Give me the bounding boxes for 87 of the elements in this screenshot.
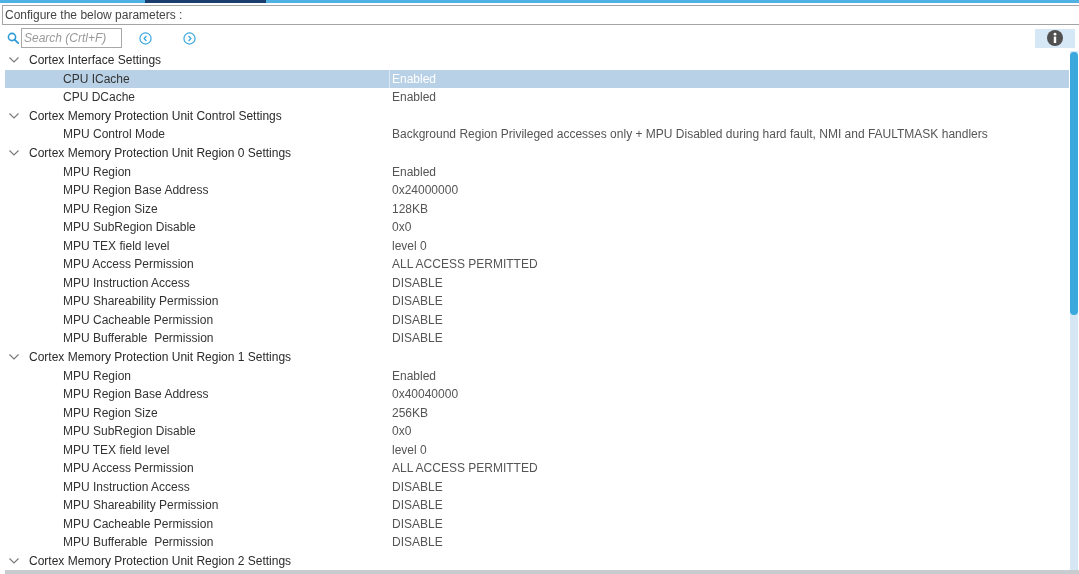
parameter-name: CPU DCache [62, 90, 137, 105]
tree-row[interactable]: MPU Access Permission ALL ACCESS PERMITTED [5, 459, 1069, 478]
parameter-name: MPU Access Permission [62, 461, 195, 476]
info-icon [1047, 30, 1063, 46]
tree-row[interactable]: MPU Region Base Address 0x24000000 [5, 180, 1069, 200]
parameter-name: MPU Region Size [62, 405, 159, 420]
parameter-value: 128KB [391, 200, 429, 218]
parameter-name: MPU TEX field level [62, 442, 171, 457]
parameter-name: MPU Region Base Address [62, 183, 210, 198]
tree-row[interactable]: MPU SubRegion Disable 0x0 [5, 421, 1069, 441]
parameter-name: MPU Shareability Permission [62, 498, 220, 513]
parameter-value: DISABLE [391, 534, 443, 552]
parameter-name: MPU SubRegion Disable [62, 220, 197, 235]
chevron-icon[interactable] [9, 352, 19, 362]
tree-row[interactable]: MPU TEX field level level 0 [5, 440, 1069, 460]
parameter-value: Enabled [389, 69, 437, 89]
tree-row[interactable]: MPU Access Permission ALL ACCESS PERMITTED [5, 255, 1069, 274]
parameter-value: ALL ACCESS PERMITTED [391, 256, 538, 274]
parameter-name: MPU Shareability Permission [62, 294, 220, 309]
parameter-value: 0x40040000 [391, 386, 459, 404]
group-label: Cortex Memory Protection Unit Region 2 Settings [29, 554, 292, 569]
parameter-value: DISABLE [391, 311, 443, 329]
tree-row[interactable]: MPU Cacheable Permission DISABLE [5, 310, 1069, 330]
tree-row[interactable]: MPU Region Enabled [5, 366, 1069, 385]
tree-row[interactable]: MPU Shareability Permission DISABLE [5, 496, 1069, 515]
instructions-bar: Configure the below parameters : [2, 5, 1079, 25]
parameter-name: MPU Region [62, 164, 133, 179]
parameter-value: 0x0 [391, 423, 412, 441]
tree-row[interactable]: CPU DCache Enabled [5, 88, 1069, 107]
horizontal-scrollbar[interactable] [5, 570, 1079, 574]
parameter-value: level 0 [391, 237, 427, 255]
parameter-value: Enabled [391, 89, 437, 107]
info-button[interactable] [1035, 28, 1075, 48]
tree-row[interactable]: MPU TEX field level level 0 [5, 236, 1069, 255]
parameter-value: 0x0 [391, 219, 412, 237]
parameter-value: ALL ACCESS PERMITTED [391, 460, 538, 478]
group-label: Cortex Interface Settings [29, 53, 162, 68]
tree-row[interactable]: MPU Control Mode Background Region Privileged accesses only + MPU Disabled during hard fault, NMI and FAULTMASK handlers [5, 125, 1069, 144]
chevron-left-circle-icon[interactable] [139, 31, 152, 45]
parameter-value: 0x24000000 [391, 182, 459, 200]
parameter-name: MPU Bufferable Permission [62, 535, 215, 550]
parameter-name: MPU Access Permission [62, 257, 195, 272]
parameter-name: MPU Instruction Access [62, 479, 191, 494]
tree-row[interactable]: MPU Bufferable Permission DISABLE [5, 533, 1069, 552]
parameter-value: DISABLE [391, 274, 443, 292]
parameter-name: CPU ICache [62, 71, 131, 86]
parameter-name: MPU Region Size [62, 201, 159, 216]
parameter-value: 256KB [391, 404, 429, 422]
tree-row[interactable]: MPU Bufferable Permission DISABLE [5, 329, 1069, 348]
parameter-name: MPU Control Mode [62, 127, 167, 142]
tree-row[interactable]: MPU Instruction Access DISABLE [5, 477, 1069, 497]
tree-row[interactable]: MPU Region Enabled [5, 162, 1069, 181]
parameter-name: MPU Region [62, 368, 133, 383]
parameter-value: DISABLE [391, 478, 443, 496]
parameter-value: level 0 [391, 441, 427, 459]
parameter-name: MPU Instruction Access [62, 275, 191, 290]
tree-row[interactable]: MPU Region Size 128KB [5, 199, 1069, 218]
parameter-value: DISABLE [391, 515, 443, 533]
tree-row[interactable]: MPU Instruction Access DISABLE [5, 273, 1069, 293]
chevron-icon[interactable] [9, 110, 19, 121]
chevron-right-circle-icon[interactable] [183, 31, 196, 45]
group-label: Cortex Memory Protection Unit Region 0 Settings [29, 146, 292, 160]
parameter-name: MPU TEX field level [62, 238, 171, 253]
group-label: Cortex Memory Protection Unit Control Settings [29, 108, 282, 123]
parameter-value: DISABLE [391, 497, 443, 515]
parameter-value: Background Region Privileged accesses only + MPU Disabled during hard fault, NMI and FAULTMASK handlers [391, 126, 988, 144]
tree-row[interactable]: MPU SubRegion Disable 0x0 [5, 217, 1069, 237]
tree-row[interactable]: MPU Region Base Address 0x40040000 [5, 384, 1069, 404]
parameter-value: Enabled [391, 367, 437, 385]
chevron-icon[interactable] [9, 148, 19, 158]
parameter-value: Enabled [391, 163, 437, 181]
tree-row[interactable]: MPU Shareability Permission DISABLE [5, 292, 1069, 311]
parameter-value: DISABLE [391, 293, 443, 311]
vertical-scrollbar[interactable] [1070, 51, 1078, 570]
scrollbar-thumb[interactable] [1070, 52, 1078, 315]
parameter-name: MPU Cacheable Permission [62, 516, 215, 531]
parameter-name: MPU Bufferable Permission [62, 331, 215, 346]
tree-row[interactable]: MPU Cacheable Permission DISABLE [5, 514, 1069, 534]
parameter-name: MPU Region Base Address [62, 387, 210, 402]
parameter-value: DISABLE [391, 330, 443, 348]
group-label: Cortex Memory Protection Unit Region 1 Settings [29, 350, 292, 364]
parameter-name: MPU Cacheable Permission [62, 312, 215, 327]
tree-row[interactable]: CPU ICache Enabled [5, 69, 1069, 89]
parameter-name: MPU SubRegion Disable [62, 424, 197, 439]
tree-row[interactable]: MPU Region Size 256KB [5, 403, 1069, 422]
search-field[interactable]: Search (Crtl+F) [21, 28, 122, 48]
search-icon[interactable] [7, 32, 19, 44]
